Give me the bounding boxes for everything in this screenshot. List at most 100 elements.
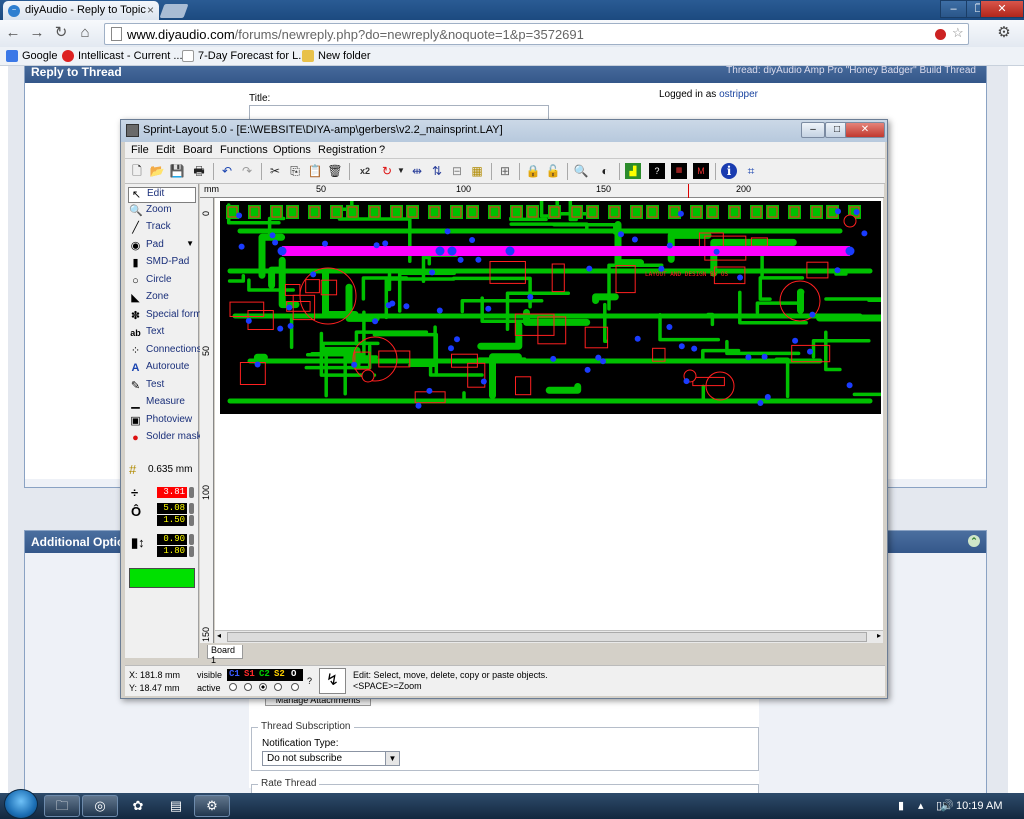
tool-special-form[interactable]: ✽ Special form: [128, 309, 202, 325]
active-c1-radio[interactable]: [229, 683, 237, 691]
browser-tab[interactable]: ~ diyAudio - Reply to Topic ×: [3, 1, 159, 20]
menu-help[interactable]: ?: [379, 144, 385, 156]
sprint-minimize-button[interactable]: –: [801, 122, 825, 138]
start-button-icon[interactable]: [4, 789, 38, 819]
tool-solder-mask[interactable]: ● Solder mask: [128, 431, 201, 447]
crop-icon[interactable]: ⌗: [743, 163, 759, 179]
group-icon[interactable]: ▦: [469, 163, 485, 179]
mirror-vertical-icon[interactable]: ⇅: [429, 163, 445, 179]
collapse-icon[interactable]: ⌃: [968, 535, 980, 547]
paste-icon[interactable]: 📋: [307, 163, 323, 179]
tab-close-icon[interactable]: ×: [147, 3, 154, 17]
sprint-taskbar-icon[interactable]: ⚙: [194, 795, 230, 817]
bookmark-google[interactable]: Google: [6, 50, 57, 62]
explorer-taskbar-icon[interactable]: 🗀: [44, 795, 80, 817]
taskbar-clock[interactable]: 10:19 AM: [956, 800, 1002, 812]
scrollbar-thumb[interactable]: [227, 632, 867, 642]
track-width-spinner[interactable]: [189, 487, 194, 498]
redo-icon[interactable]: ↷: [239, 163, 255, 179]
cut-icon[interactable]: ✂: [267, 163, 283, 179]
tool-autoroute[interactable]: A Autoroute: [128, 361, 196, 377]
info-icon[interactable]: i: [721, 163, 737, 179]
network-tray-icon[interactable]: ▮: [898, 799, 904, 812]
tool-pad[interactable]: ◉ Pad ▼: [128, 239, 196, 255]
pad-dropdown-icon[interactable]: ▼: [186, 239, 194, 248]
tool-edit[interactable]: ↖ Edit: [128, 187, 196, 203]
tool-measure[interactable]: ▁ Measure: [128, 396, 196, 412]
tool-text[interactable]: ab Text: [128, 326, 196, 342]
tool-photoview[interactable]: ▣ Photoview: [128, 414, 196, 430]
smd-height-spinner[interactable]: [189, 546, 194, 557]
paint-taskbar-icon[interactable]: ✿: [120, 795, 156, 817]
rotate-dropdown-icon[interactable]: ▼: [393, 163, 409, 179]
stop-extension-icon[interactable]: [935, 29, 946, 40]
sprint-close-button[interactable]: ✕: [845, 122, 885, 138]
print-icon[interactable]: 🖶: [191, 163, 207, 179]
tool-test[interactable]: ✎ Test: [128, 379, 196, 395]
route-mode-icon[interactable]: ↯: [319, 668, 346, 694]
open-folder-icon[interactable]: 📂: [149, 163, 165, 179]
pad-inner-spinner[interactable]: [189, 515, 194, 526]
menu-registration[interactable]: Registration: [318, 144, 377, 156]
chrome-taskbar-icon[interactable]: ◎: [82, 795, 118, 817]
forward-icon[interactable]: →: [27, 24, 47, 42]
scroll-left-icon[interactable]: ◂: [217, 631, 221, 640]
layer-c2-toggle[interactable]: C2: [259, 669, 270, 679]
close-window-button[interactable]: ✕: [980, 0, 1024, 18]
tool-zoom[interactable]: 🔍 Zoom: [128, 204, 196, 220]
active-c2-radio[interactable]: [259, 683, 267, 691]
tool-track[interactable]: ╱ Track: [128, 221, 196, 237]
tool-smd-pad[interactable]: ▮ SMD-Pad: [128, 256, 196, 272]
board-tab[interactable]: Board 1: [207, 645, 243, 665]
unlock-icon[interactable]: 🔓: [545, 163, 561, 179]
volume-tray-icon[interactable]: 🔊: [940, 799, 954, 812]
layer-c1-toggle[interactable]: C1: [229, 669, 240, 679]
pad-outer-spinner[interactable]: [189, 503, 194, 514]
layer-visibility-box[interactable]: C1 S1 C2 S2 O: [227, 669, 303, 681]
active-s1-radio[interactable]: [244, 683, 252, 691]
layer-s1-toggle[interactable]: S1: [244, 669, 255, 679]
tool-zone[interactable]: ◣ Zone: [128, 291, 196, 307]
info-query-icon[interactable]: ?: [649, 163, 665, 179]
smd-width-value[interactable]: 0.90: [157, 534, 187, 545]
tool-circle[interactable]: ○ Circle: [128, 274, 196, 290]
active-o-radio[interactable]: [291, 683, 299, 691]
show-hidden-icons-icon[interactable]: ▴: [918, 799, 924, 812]
undo-icon[interactable]: ↶: [219, 163, 235, 179]
pad-inner-value[interactable]: 1.50: [157, 515, 187, 526]
delete-icon[interactable]: 🗑: [327, 163, 343, 179]
menu-functions[interactable]: Functions: [220, 144, 268, 156]
bookmark-new-folder[interactable]: New folder: [302, 50, 371, 62]
layer-help[interactable]: ?: [307, 676, 312, 686]
grid-setting[interactable]: # 0.635 mm: [128, 462, 196, 478]
macro-icon[interactable]: M: [693, 163, 709, 179]
scroll-right-icon[interactable]: ▸: [877, 631, 881, 640]
save-icon[interactable]: 💾: [169, 163, 185, 179]
menu-edit[interactable]: Edit: [156, 144, 175, 156]
gerber-export-icon[interactable]: ▦: [671, 163, 687, 179]
sprint-title-bar[interactable]: Sprint-Layout 5.0 - [E:\WEBSITE\DIYA-amp…: [121, 120, 887, 142]
layout-canvas[interactable]: LAYOUT AND DESIGN BY OS: [215, 198, 883, 643]
bookmark-intellicast[interactable]: Intellicast - Current ...: [62, 50, 183, 62]
active-s2-radio[interactable]: [274, 683, 282, 691]
duplicate-x2-button[interactable]: x2: [355, 163, 375, 179]
track-width-value[interactable]: 3.81: [157, 487, 187, 498]
smd-height-value[interactable]: 1.80: [157, 546, 187, 557]
tool-connections[interactable]: ⁘ Connections: [128, 344, 202, 360]
lock-icon[interactable]: 🔒: [525, 163, 541, 179]
smd-width-spinner[interactable]: [189, 534, 194, 545]
new-file-icon[interactable]: 🗋: [129, 163, 145, 179]
wrench-icon[interactable]: ⚙: [994, 24, 1014, 42]
minimize-button[interactable]: ‒: [940, 0, 967, 18]
bookmark-forecast[interactable]: 7-Day Forecast for L...: [182, 50, 307, 62]
menu-board[interactable]: Board: [183, 144, 212, 156]
copy-icon[interactable]: ⎘: [287, 163, 303, 179]
menu-options[interactable]: Options: [273, 144, 311, 156]
horizontal-scrollbar[interactable]: ◂ ▸: [215, 630, 883, 643]
pcb-board[interactable]: LAYOUT AND DESIGN BY OS: [220, 201, 881, 414]
notification-type-select[interactable]: Do not subscribe ▼: [262, 751, 400, 766]
back-icon[interactable]: ←: [3, 24, 23, 42]
layer-color-swatch[interactable]: [129, 568, 195, 588]
menu-file[interactable]: File: [131, 144, 149, 156]
pad-outer-value[interactable]: 5.08: [157, 503, 187, 514]
